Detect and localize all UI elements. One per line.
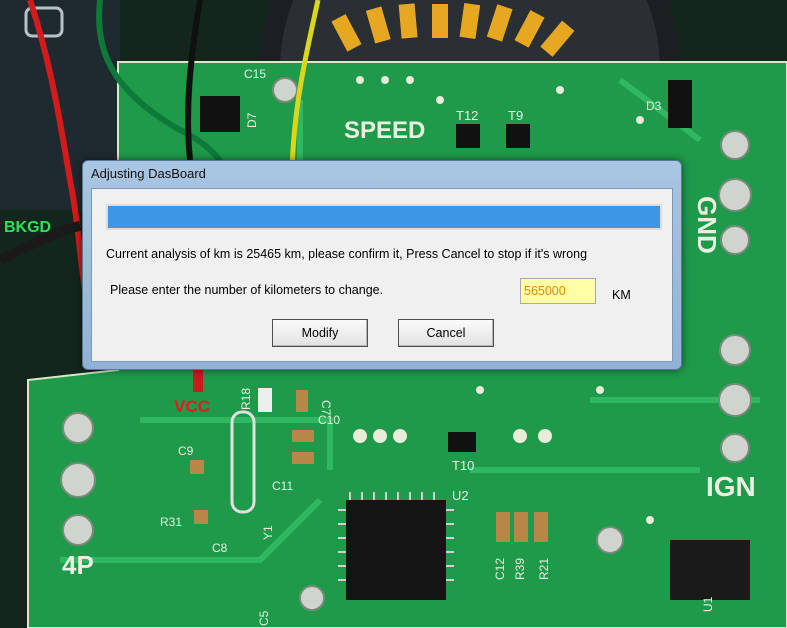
pcb-label-t9: T9 (508, 108, 523, 123)
pcb-label-u2: U2 (452, 488, 469, 503)
pcb-label-c5: C5 (257, 610, 271, 626)
analysis-message: Current analysis of km is 25465 km, plea… (106, 247, 588, 261)
pcb-label-c15: C15 (244, 67, 266, 81)
pcb-label-c12: C12 (493, 558, 507, 580)
pcb-label-d7: D7 (245, 112, 259, 128)
pcb-label-u1: U1 (701, 596, 715, 612)
pcb-label-d3: D3 (646, 99, 662, 113)
pcb-label-vcc: VCC (174, 397, 210, 416)
pcb-label-ign: IGN (706, 471, 756, 502)
pcb-label-t12: T12 (456, 108, 478, 123)
pcb-label-four-p: 4P (62, 550, 94, 580)
pcb-label-r39: R39 (513, 558, 527, 580)
pcb-label-speed: SPEED (344, 117, 425, 144)
pcb-label-bkgd: BKGD (4, 219, 51, 236)
pcb-label-y1: Y1 (261, 525, 275, 540)
pcb-label-c8: C8 (212, 541, 228, 555)
dialog-titlebar[interactable]: Adjusting DasBoard (83, 161, 681, 187)
pcb-label-r31: R31 (160, 515, 182, 529)
adjusting-dashboard-dialog: Adjusting DasBoard Current analysis of k… (82, 160, 682, 370)
km-prompt-label: Please enter the number of kilometers to… (110, 283, 384, 297)
km-input[interactable] (520, 278, 596, 304)
pcb-label-c11: C11 (272, 479, 293, 493)
progress-bar (106, 204, 662, 230)
km-unit-label: KM (612, 288, 631, 302)
dialog-title: Adjusting DasBoard (91, 166, 206, 181)
pcb-label-r18: R18 (239, 388, 253, 410)
pcb-label-c9: C9 (178, 444, 194, 458)
pcb-label-r21: R21 (537, 558, 551, 580)
dialog-client-area: Current analysis of km is 25465 km, plea… (91, 188, 673, 362)
progress-bar-fill (108, 206, 660, 228)
cancel-button[interactable]: Cancel (398, 319, 494, 347)
pcb-label-t10: T10 (452, 458, 474, 473)
pcb-label-gnd: GND (692, 196, 722, 254)
pcb-label-c10: C10 (318, 413, 340, 427)
modify-button[interactable]: Modify (272, 319, 368, 347)
